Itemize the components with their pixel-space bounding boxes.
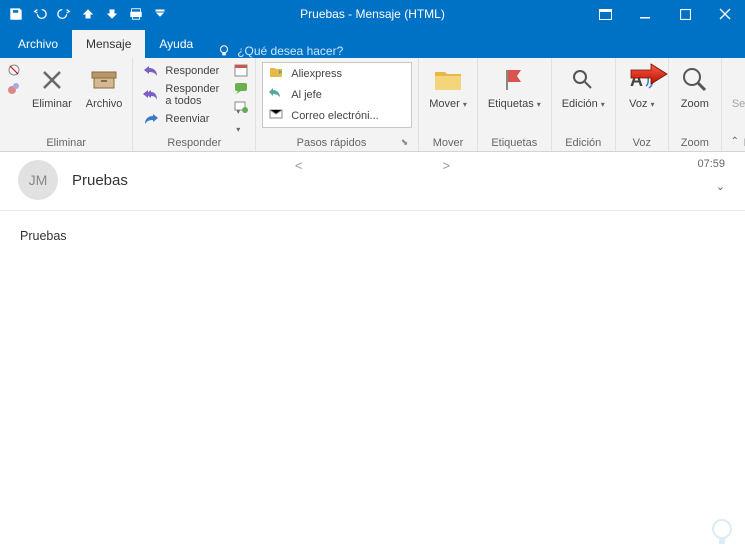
quick-step-2[interactable]: Al jefe [263,84,411,105]
group-label-eliminar: Eliminar [6,137,126,149]
prev-message-button[interactable]: < [295,158,303,173]
read-aloud-icon: A [626,64,658,96]
message-time: 07:59 [697,158,725,170]
flag-icon [498,64,530,96]
tab-ayuda[interactable]: Ayuda [145,30,207,58]
print-icon[interactable] [126,4,146,24]
expand-header-icon[interactable]: ⌄ [716,180,725,193]
group-responder: Responder Responder a todos Reenviar ▾ ▾… [133,58,256,151]
to-manager-icon [269,87,285,103]
minimize-button[interactable] [625,0,665,28]
archive-button[interactable]: Archivo [82,62,127,112]
read-aloud-button[interactable]: A Voz▾ [622,62,662,112]
delete-button[interactable]: Eliminar [28,62,76,112]
reply-icon [143,63,159,79]
group-label-etiquetas: Etiquetas [484,137,545,149]
menu-bar: Archivo Mensaje Ayuda ¿Qué desea hacer? [0,28,745,58]
group-label-pasos: Pasos rápidos [262,137,400,149]
quick-steps-gallery[interactable]: Aliexpress Al jefe Correo electróni... [262,62,412,128]
tab-mensaje[interactable]: Mensaje [72,30,145,58]
undo-icon[interactable] [30,4,50,24]
svg-text:A: A [630,70,643,90]
prev-item-icon[interactable] [78,4,98,24]
editing-button[interactable]: Edición▾ [558,62,609,112]
chevron-down-icon: ▾ [650,100,654,109]
ribbon: Eliminar Archivo Eliminar Responder Resp… [0,58,745,152]
group-label-responder: Responder [139,137,249,149]
im-icon[interactable]: ▾ [233,80,249,96]
save-icon[interactable] [6,4,26,24]
redo-icon[interactable] [54,4,74,24]
group-etiquetas: Etiquetas▾ Etiquetas [478,58,552,151]
forward-button[interactable]: Reenviar [139,110,223,128]
reply-all-icon [143,87,159,103]
delete-icon [36,64,68,96]
ignore-icon[interactable] [6,62,22,78]
title-bar: Pruebas - Mensaje (HTML) [0,0,745,28]
tracking-button: Seguimiento [728,62,745,112]
find-icon [567,64,599,96]
chevron-down-icon: ▾ [537,100,541,109]
qat-customize-icon[interactable] [150,4,170,24]
close-button[interactable] [705,0,745,28]
window-controls [585,0,745,28]
sender-avatar: JM [18,160,58,200]
group-edicion: Edición▾ Edición [552,58,616,151]
meeting-icon[interactable] [233,62,249,78]
quick-access-toolbar [0,4,170,24]
reply-button[interactable]: Responder [139,62,223,80]
dialog-launcher-pasos[interactable]: ⬊ [401,137,413,148]
team-email-icon [269,108,285,124]
chevron-down-icon: ▾ [463,100,467,109]
forward-icon [143,111,159,127]
group-voz: A Voz▾ Voz [616,58,669,151]
message-body: Pruebas [0,210,745,261]
more-respond-icon[interactable]: ▾ [233,98,249,114]
group-label-voz: Voz [622,137,662,149]
zoom-button[interactable]: Zoom [675,62,715,112]
maximize-button[interactable] [665,0,705,28]
next-message-button[interactable]: > [443,158,451,173]
tab-archivo[interactable]: Archivo [4,30,72,58]
move-button[interactable]: Mover▾ [425,62,471,112]
move-folder-icon [269,66,285,82]
watermark-icon [705,515,739,549]
archive-icon [88,64,120,96]
reply-all-button[interactable]: Responder a todos [139,82,223,108]
collapse-ribbon-icon[interactable]: ⌃ [731,136,739,147]
group-label-zoom: Zoom [675,137,715,149]
quick-step-1[interactable]: Aliexpress [263,63,411,84]
zoom-icon [679,64,711,96]
group-label-mover: Mover [425,137,471,149]
quick-step-3[interactable]: Correo electróni... [263,106,411,127]
tell-me-label: ¿Qué desea hacer? [237,44,343,58]
group-label-edicion: Edición [558,137,609,149]
tell-me-search[interactable]: ¿Qué desea hacer? [207,44,353,58]
message-subject: Pruebas [72,172,128,189]
lightbulb-icon [217,44,231,58]
group-pasos-rapidos: Aliexpress Al jefe Correo electróni... P… [256,58,419,151]
group-zoom: Zoom Zoom [669,58,722,151]
ribbon-display-icon[interactable] [585,0,625,28]
folder-icon [432,64,464,96]
next-item-icon[interactable] [102,4,122,24]
group-eliminar: Eliminar Archivo Eliminar [0,58,133,151]
junk-icon[interactable] [6,80,22,96]
tags-button[interactable]: Etiquetas▾ [484,62,545,112]
group-mover: Mover▾ Mover [419,58,478,151]
chevron-down-icon: ▾ [601,100,605,109]
window-title: Pruebas - Mensaje (HTML) [300,7,445,21]
message-header: < > 07:59 ⌄ JM Pruebas [0,152,745,204]
